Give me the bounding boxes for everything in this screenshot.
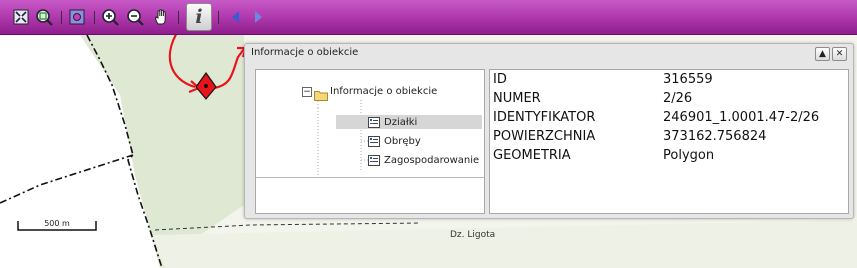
toolbar-separator <box>218 11 219 24</box>
layer-list-icon <box>368 116 380 128</box>
feature-info-window: Informacje o obiekcie ▲ ✕ − Informacje o… <box>244 43 854 219</box>
tree-expander[interactable]: − <box>302 87 312 97</box>
place-label: Dz. Ligota <box>450 230 496 240</box>
attribute-value: 316559 <box>663 72 713 87</box>
attribute-row: IDENTYFIKATOR 246901_1.0001.47-2/26 <box>493 110 843 129</box>
toolbar-separator <box>178 11 179 24</box>
attribute-row: ID 316559 <box>493 72 843 91</box>
attribute-value: 246901_1.0001.47-2/26 <box>663 110 820 125</box>
toolbar-separator <box>61 11 62 24</box>
tree-node-obreby[interactable]: Obręby <box>368 134 421 148</box>
window-title: Informacje o obiekcie <box>251 47 359 58</box>
attribute-row: POWIERZCHNIA 373162.756824 <box>493 129 843 148</box>
attribute-key: ID <box>493 72 507 87</box>
attribute-value: 373162.756824 <box>663 129 767 144</box>
attribute-key: GEOMETRIA <box>493 148 571 163</box>
tree-root-label[interactable]: Informacje o obiekcie <box>330 86 437 97</box>
location-marker-dot <box>204 84 208 88</box>
layer-list-icon <box>368 154 380 166</box>
tree-node-label: Obręby <box>384 135 421 147</box>
tree-node-label: Działki <box>384 116 418 128</box>
forward-arrow-icon[interactable] <box>250 8 268 26</box>
zoom-out-icon[interactable] <box>126 8 144 26</box>
map-field-area <box>150 220 857 268</box>
map-toolbar: i <box>0 0 857 35</box>
tree-node-zagospodarowanie[interactable]: Zagospodarowanie <box>368 153 479 167</box>
folder-icon <box>314 86 328 105</box>
pan-hand-icon[interactable] <box>153 8 171 26</box>
full-extent-icon[interactable] <box>12 8 30 26</box>
attribute-row: NUMER 2/26 <box>493 91 843 110</box>
attribute-key: NUMER <box>493 91 541 106</box>
tree-divider <box>256 177 484 178</box>
attribute-key: IDENTYFIKATOR <box>493 110 596 125</box>
toolbar-separator <box>94 11 95 24</box>
attribute-key: POWIERZCHNIA <box>493 129 596 144</box>
zoom-window-icon[interactable] <box>35 8 53 26</box>
tree-node-dzialki[interactable]: Działki <box>336 115 482 129</box>
tree-node-label: Zagospodarowanie <box>384 154 480 166</box>
scale-bar-label: 500 m <box>44 219 70 228</box>
zoom-in-icon[interactable] <box>101 8 119 26</box>
attribute-value: Polygon <box>663 148 715 163</box>
zoom-previous-icon[interactable] <box>68 8 86 26</box>
object-tree-panel: − Informacje o obiekcie Działki Obręby Z… <box>255 69 485 214</box>
layer-list-icon <box>368 135 380 147</box>
close-icon[interactable]: ✕ <box>832 47 847 61</box>
attribute-value: 2/26 <box>663 91 693 106</box>
collapse-icon[interactable]: ▲ <box>815 47 830 61</box>
identify-info-icon[interactable]: i <box>186 3 212 31</box>
back-arrow-icon[interactable] <box>226 8 244 26</box>
attribute-panel: ID 316559 NUMER 2/26 IDENTYFIKATOR 24690… <box>489 69 849 214</box>
attribute-row: GEOMETRIA Polygon <box>493 148 843 167</box>
